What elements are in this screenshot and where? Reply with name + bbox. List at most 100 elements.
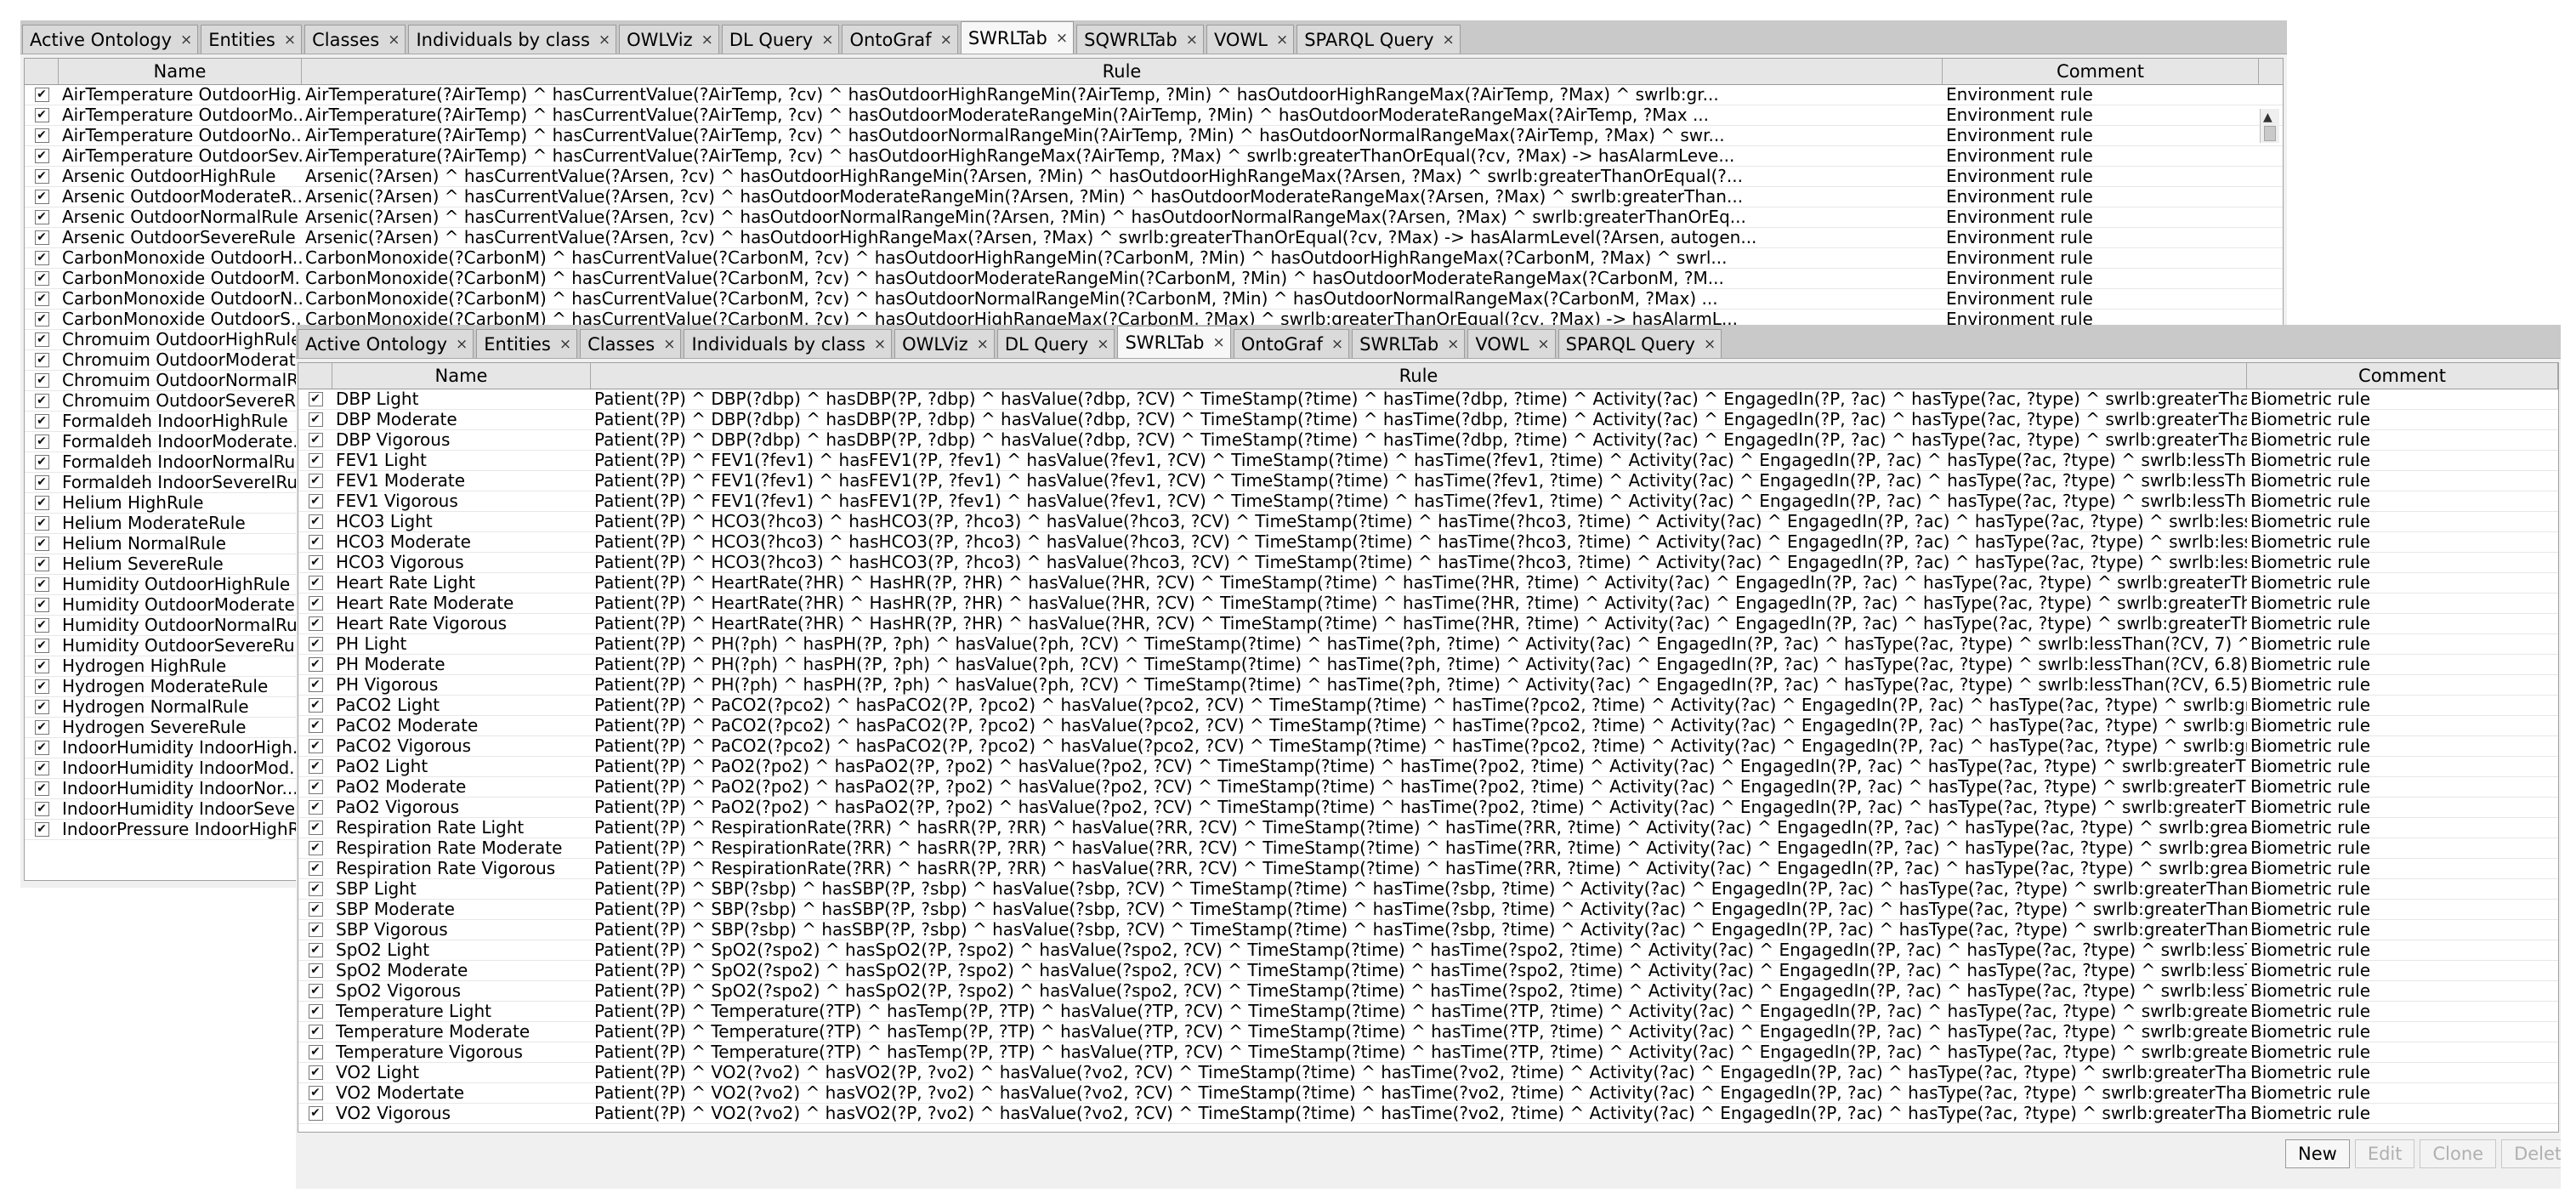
rule-enabled-checkbox[interactable]: ✔ (25, 310, 59, 329)
rule-enabled-checkbox[interactable]: ✔ (298, 1063, 332, 1082)
rule-enabled-checkbox[interactable]: ✔ (298, 634, 332, 654)
tab-vowl[interactable]: VOWL × (1206, 25, 1295, 54)
close-tab-icon[interactable]: × (599, 26, 610, 54)
table-row[interactable]: ✔ FEV1 Light Patient(?P) ^ FEV1(?fev1) ^ h… (298, 451, 2558, 471)
rule-enabled-checkbox[interactable]: ✔ (298, 410, 332, 429)
table-row[interactable]: ✔ SBP Vigorous Patient(?P) ^ SBP(?sbp) ^ h… (298, 920, 2558, 940)
tab-entities[interactable]: Entities × (201, 25, 303, 54)
table-row[interactable]: ✔ CarbonMonoxide OutdoorN... CarbonMonoxid… (25, 289, 2283, 310)
rule-enabled-checkbox[interactable]: ✔ (25, 799, 59, 819)
table-row[interactable]: ✔ DBP Vigorous Patient(?P) ^ DBP(?dbp) ^ h… (298, 430, 2558, 451)
table-row[interactable]: ✔ Arsenic OutdoorNormalRule Arsenic(?Arsen… (25, 207, 2283, 228)
close-tab-icon[interactable]: × (821, 26, 833, 54)
rule-enabled-checkbox[interactable]: ✔ (298, 859, 332, 878)
enabled-column-header[interactable] (298, 363, 332, 389)
rule-enabled-checkbox[interactable]: ✔ (298, 757, 332, 776)
rule-enabled-checkbox[interactable]: ✔ (298, 553, 332, 572)
table-row[interactable]: ✔ SBP Moderate Patient(?P) ^ SBP(?sbp) ^ h… (298, 900, 2558, 920)
rule-enabled-checkbox[interactable]: ✔ (25, 330, 59, 349)
rule-enabled-checkbox[interactable]: ✔ (25, 575, 59, 594)
clone-rule-button[interactable]: Clone (2420, 1139, 2497, 1168)
table-row[interactable]: ✔ Heart Rate Vigorous Patient(?P) ^ HeartR… (298, 614, 2558, 634)
rule-column-header[interactable]: Rule (302, 59, 1943, 84)
rule-enabled-checkbox[interactable]: ✔ (298, 389, 332, 409)
tab-owlviz[interactable]: OWLViz × (894, 329, 995, 358)
rule-enabled-checkbox[interactable]: ✔ (25, 738, 59, 758)
table-row[interactable]: ✔ PaO2 Light Patient(?P) ^ PaO2(?po2) ^ ha… (298, 757, 2558, 777)
close-tab-icon[interactable]: × (940, 26, 952, 54)
tab-ontograf[interactable]: OntoGraf × (842, 25, 958, 54)
table-row[interactable]: ✔ CarbonMonoxide OutdoorH... CarbonMonoxid… (25, 248, 2283, 269)
rule-enabled-checkbox[interactable]: ✔ (298, 1042, 332, 1062)
table-row[interactable]: ✔ SpO2 Vigorous Patient(?P) ^ SpO2(?spo2) … (298, 981, 2558, 1002)
rule-enabled-checkbox[interactable]: ✔ (25, 146, 59, 166)
tab-classes[interactable]: Classes × (304, 25, 406, 54)
comment-column-header[interactable]: Comment (2247, 363, 2558, 389)
table-row[interactable]: ✔ Arsenic OutdoorModerateR... Arsenic(?Ars… (25, 187, 2283, 207)
close-tab-icon[interactable]: × (388, 26, 400, 54)
close-tab-icon[interactable]: × (559, 330, 571, 359)
new-rule-button[interactable]: New (2285, 1139, 2350, 1168)
close-tab-icon[interactable]: × (1276, 26, 1288, 54)
tab-vowl[interactable]: VOWL × (1467, 329, 1556, 359)
rule-enabled-checkbox[interactable]: ✔ (298, 532, 332, 552)
table-row[interactable]: ✔ AirTemperature OutdoorMo... AirTemperatu… (25, 105, 2283, 126)
rule-enabled-checkbox[interactable]: ✔ (298, 573, 332, 593)
close-tab-icon[interactable]: × (977, 330, 989, 359)
close-tab-icon[interactable]: × (1097, 330, 1109, 359)
table-row[interactable]: ✔ Respiration Rate Light Patient(?P) ^ Res… (298, 818, 2558, 838)
close-tab-icon[interactable]: × (1537, 330, 1549, 359)
rule-enabled-checkbox[interactable]: ✔ (298, 716, 332, 735)
tab-swrltab[interactable]: SWRLTab × (1117, 326, 1231, 358)
table-row[interactable]: ✔ HCO3 Vigorous Patient(?P) ^ HCO3(?hco3) … (298, 553, 2558, 573)
table-row[interactable]: ✔ AirTemperature OutdoorSev... AirTemperat… (25, 146, 2283, 167)
rule-enabled-checkbox[interactable]: ✔ (298, 593, 332, 613)
rule-enabled-checkbox[interactable]: ✔ (25, 269, 59, 288)
rule-enabled-checkbox[interactable]: ✔ (25, 452, 59, 472)
table-row[interactable]: ✔ Heart Rate Light Patient(?P) ^ HeartRate… (298, 573, 2558, 593)
rule-enabled-checkbox[interactable]: ✔ (298, 675, 332, 695)
tab-sparql-query[interactable]: SPARQL Query × (1297, 25, 1461, 54)
rule-enabled-checkbox[interactable]: ✔ (298, 696, 332, 715)
table-row[interactable]: ✔ Respiration Rate Vigorous Patient(?P) ^ … (298, 859, 2558, 879)
rule-enabled-checkbox[interactable]: ✔ (298, 491, 332, 511)
tab-dl-query[interactable]: DL Query × (721, 25, 840, 54)
table-row[interactable]: ✔ PaCO2 Light Patient(?P) ^ PaCO2(?pco2) ^… (298, 696, 2558, 716)
rule-enabled-checkbox[interactable]: ✔ (298, 920, 332, 940)
tab-sqwrltab[interactable]: SQWRLTab × (1076, 25, 1204, 54)
table-row[interactable]: ✔ VO2 Modertate Patient(?P) ^ VO2(?vo2) ^ … (298, 1083, 2558, 1104)
table-row[interactable]: ✔ PH Vigorous Patient(?P) ^ PH(?ph) ^ hasP… (298, 675, 2558, 696)
enabled-column-header[interactable] (25, 59, 59, 84)
table-row[interactable]: ✔ PaO2 Vigorous Patient(?P) ^ PaO2(?po2) ^… (298, 798, 2558, 818)
rule-enabled-checkbox[interactable]: ✔ (25, 616, 59, 635)
close-tab-icon[interactable]: × (874, 330, 886, 359)
rule-enabled-checkbox[interactable]: ✔ (25, 718, 59, 737)
rule-enabled-checkbox[interactable]: ✔ (298, 940, 332, 960)
delete-rule-button[interactable]: Delete (2501, 1139, 2561, 1168)
close-tab-icon[interactable]: × (1443, 26, 1455, 54)
tab-owlviz[interactable]: OWLViz × (619, 25, 719, 54)
rule-enabled-checkbox[interactable]: ✔ (298, 818, 332, 838)
rule-enabled-checkbox[interactable]: ✔ (298, 471, 332, 491)
rule-enabled-checkbox[interactable]: ✔ (25, 187, 59, 207)
table-row[interactable]: ✔ SpO2 Moderate Patient(?P) ^ SpO2(?spo2) … (298, 961, 2558, 981)
close-tab-icon[interactable]: × (663, 330, 675, 359)
rule-enabled-checkbox[interactable]: ✔ (25, 350, 59, 370)
name-column-header[interactable]: Name (59, 59, 302, 84)
rule-enabled-checkbox[interactable]: ✔ (25, 514, 59, 533)
tab-individuals-by-class[interactable]: Individuals by class × (684, 329, 893, 359)
rule-enabled-checkbox[interactable]: ✔ (25, 636, 59, 656)
rule-enabled-checkbox[interactable]: ✔ (25, 697, 59, 717)
rule-enabled-checkbox[interactable]: ✔ (25, 167, 59, 186)
tab-entities[interactable]: Entities × (476, 329, 578, 359)
close-tab-icon[interactable]: × (1704, 330, 1716, 359)
rule-enabled-checkbox[interactable]: ✔ (25, 105, 59, 125)
rule-enabled-checkbox[interactable]: ✔ (298, 838, 332, 858)
scroll-up-icon[interactable]: ▲ (2263, 111, 2272, 124)
tab-dl-query[interactable]: DL Query × (996, 329, 1115, 359)
tab-individuals-by-class[interactable]: Individuals by class × (408, 25, 617, 54)
table-row[interactable]: ✔ PH Moderate Patient(?P) ^ PH(?ph) ^ hasP… (298, 655, 2558, 675)
rule-column-header[interactable]: Rule (591, 363, 2247, 389)
tab-active-ontology[interactable]: Active Ontology × (22, 25, 199, 54)
rule-enabled-checkbox[interactable]: ✔ (25, 677, 59, 696)
